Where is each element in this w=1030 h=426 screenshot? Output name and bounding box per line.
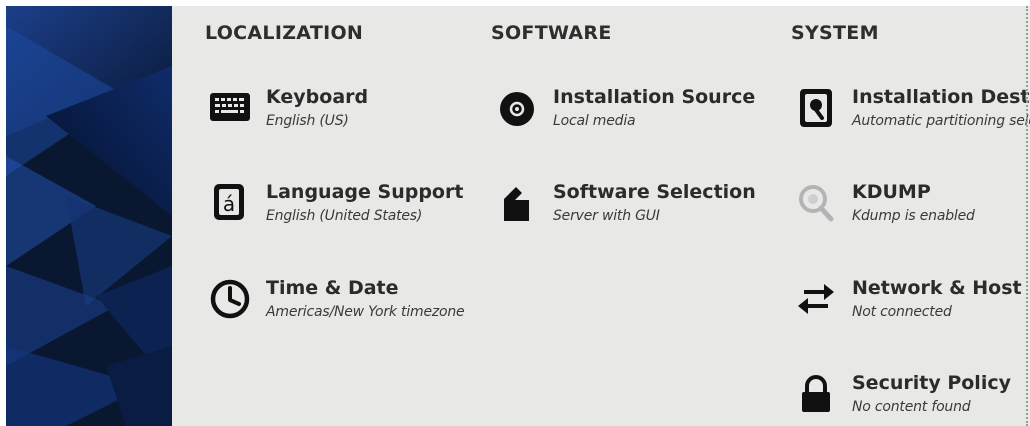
spoke-time-date[interactable]: Time & Date Americas/New York timezone (208, 277, 508, 337)
spoke-network-host[interactable]: Network & Host N Not connected (794, 277, 1030, 337)
software-header: SOFTWARE (491, 22, 612, 44)
spoke-status: English (United States) (266, 208, 423, 224)
spoke-status: Not connected (852, 304, 952, 320)
spoke-title: Time & Date (266, 277, 399, 299)
spoke-status: No content found (852, 399, 971, 415)
spoke-installation-source[interactable]: Installation Source Local media (495, 86, 795, 146)
spoke-status: Kdump is enabled (852, 208, 975, 224)
installation-summary: LOCALIZATION Keyboard English (US) á Lan… (172, 6, 1030, 426)
spoke-software-selection[interactable]: Software Selection Server with GUI (495, 181, 795, 241)
magnifier-icon (794, 181, 838, 225)
spoke-language-support[interactable]: á Language Support English (United State… (208, 181, 508, 241)
spoke-title: Security Policy (852, 372, 1011, 394)
localization-header: LOCALIZATION (205, 22, 364, 44)
svg-text:á: á (223, 192, 235, 216)
network-arrows-icon (794, 277, 838, 321)
spoke-security-policy[interactable]: Security Policy No content found (794, 372, 1030, 426)
spoke-title: Software Selection (553, 181, 756, 203)
spoke-keyboard[interactable]: Keyboard English (US) (208, 86, 508, 146)
sidebar-pattern (6, 6, 172, 426)
spoke-status: Local media (553, 113, 636, 129)
spoke-status: Automatic partitioning sele (852, 113, 1030, 129)
harddisk-icon (794, 86, 838, 130)
spoke-installation-destination[interactable]: Installation Destin Automatic partitioni… (794, 86, 1030, 146)
keyboard-icon (208, 86, 252, 130)
package-icon (495, 181, 539, 225)
spoke-title: KDUMP (852, 181, 931, 203)
spoke-title: Network & Host N (852, 277, 1030, 299)
spoke-kdump[interactable]: KDUMP Kdump is enabled (794, 181, 1030, 241)
spoke-title: Installation Destin (852, 86, 1030, 108)
installer-window: LOCALIZATION Keyboard English (US) á Lan… (6, 6, 1030, 426)
spoke-status: Americas/New York timezone (266, 304, 465, 320)
clock-icon (208, 277, 252, 321)
spoke-status: English (US) (266, 113, 349, 129)
lock-icon (794, 372, 838, 416)
system-header: SYSTEM (791, 22, 879, 44)
sidebar-brand-panel (6, 6, 172, 426)
language-icon: á (208, 181, 252, 225)
spoke-status: Server with GUI (553, 208, 660, 224)
disc-icon (495, 86, 539, 130)
spoke-title: Language Support (266, 181, 464, 203)
spoke-title: Installation Source (553, 86, 756, 108)
spoke-title: Keyboard (266, 86, 369, 108)
scroll-edge-divider (1026, 6, 1028, 426)
